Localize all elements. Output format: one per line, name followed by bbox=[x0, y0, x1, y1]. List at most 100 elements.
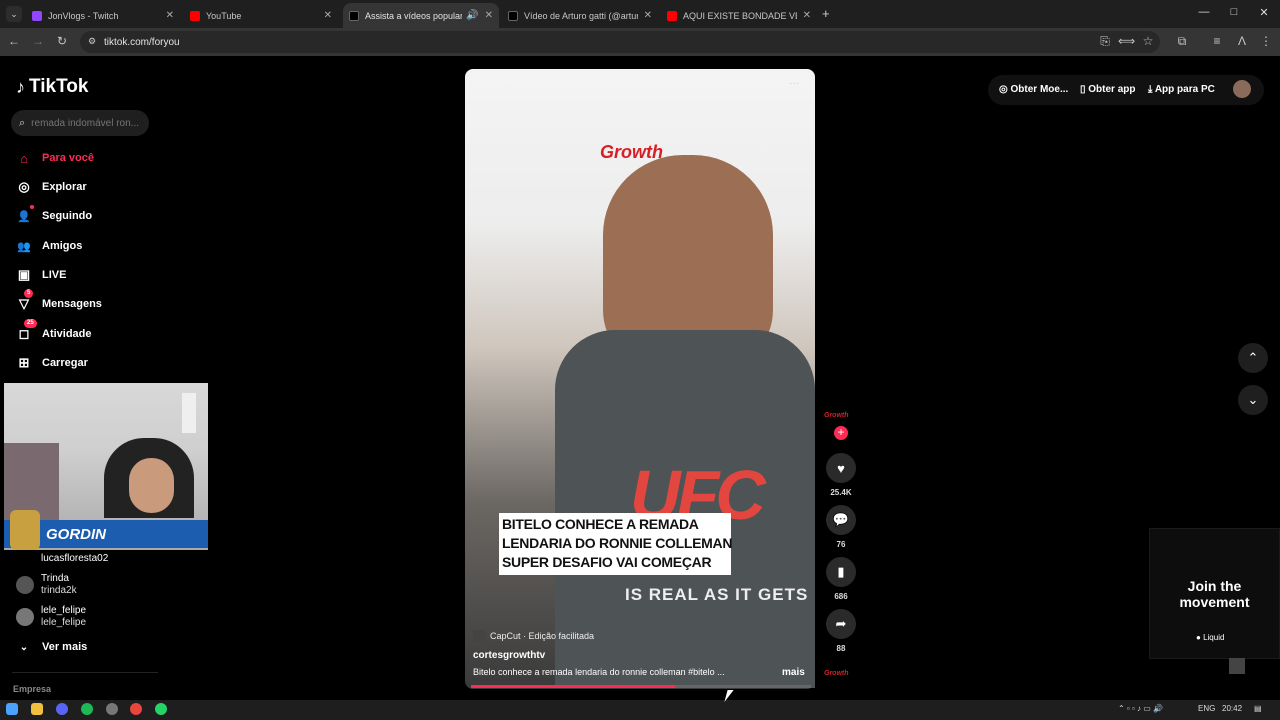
friends-icon: 👥 bbox=[17, 240, 31, 253]
sidebar-divider bbox=[12, 672, 158, 673]
back-icon[interactable]: ← bbox=[6, 34, 22, 48]
avatar bbox=[16, 576, 34, 594]
messages-icon: ▽ 5 bbox=[16, 289, 34, 312]
share-button[interactable]: ➦ bbox=[826, 609, 856, 639]
language-indicator[interactable]: ENG bbox=[1198, 704, 1215, 713]
tab-twitch[interactable]: JonVlogs - Twitch ✕ bbox=[26, 3, 180, 28]
menu-icon[interactable]: ⋮ bbox=[1258, 34, 1274, 48]
like-count: 25.4K bbox=[830, 488, 852, 497]
capcut-icon bbox=[473, 630, 485, 642]
nav-live[interactable]: ▣ LIVE bbox=[16, 265, 67, 285]
more-button[interactable]: mais bbox=[782, 667, 805, 678]
chevron-down-icon: ⌄ bbox=[19, 641, 29, 653]
nav-mensagens[interactable]: ▽ 5 Mensagens bbox=[16, 289, 102, 314]
extensions-icon[interactable]: ⧉ bbox=[1174, 34, 1190, 49]
search-icon[interactable]: ⌕ bbox=[19, 117, 25, 130]
following-account[interactable]: lucasfloresta02 bbox=[16, 553, 156, 575]
close-icon[interactable]: ✕ bbox=[166, 10, 174, 21]
tray-icons[interactable]: ⌃ ▫ ▫ ♪ ▭ 🔊 bbox=[1118, 704, 1163, 713]
shirt-text: IS REAL AS IT GETS bbox=[625, 585, 809, 604]
search-input[interactable] bbox=[31, 117, 142, 129]
share-icon: ➦ bbox=[835, 616, 847, 631]
video-caption-overlay: BITELO CONHECE A REMADA LENDARIA DO RONN… bbox=[499, 513, 732, 575]
maximize-button[interactable]: □ bbox=[1224, 6, 1244, 18]
youtube-icon bbox=[190, 10, 200, 21]
follow-button[interactable]: + bbox=[834, 426, 848, 440]
video-more-icon[interactable]: ··· bbox=[789, 78, 799, 89]
following-account[interactable]: lele_felipe lele_felipe bbox=[16, 605, 156, 631]
comment-button[interactable]: 💬 bbox=[826, 505, 856, 535]
windows-taskbar bbox=[0, 700, 1280, 720]
tiktok-logo[interactable]: ♪ TikTok bbox=[16, 76, 88, 98]
chrome-icon[interactable] bbox=[130, 703, 142, 715]
nav-seguindo[interactable]: 👤 Seguindo bbox=[16, 205, 92, 226]
ad-title: Join the movement bbox=[1179, 578, 1250, 610]
discord-icon[interactable] bbox=[56, 703, 68, 715]
nav-para-voce[interactable]: ⌂ Para você bbox=[16, 148, 94, 168]
whatsapp-icon[interactable] bbox=[155, 703, 167, 715]
get-app-button[interactable]: ▯ Obter app bbox=[1080, 84, 1136, 95]
stream-avatar-badge bbox=[10, 510, 40, 550]
address-bar[interactable]: ⚙ tiktok.com/foryou bbox=[80, 31, 1160, 53]
minimize-button[interactable]: — bbox=[1194, 6, 1214, 18]
tab-youtube[interactable]: YouTube ✕ bbox=[184, 3, 338, 28]
tiktok-note-icon: ♪ bbox=[16, 76, 25, 97]
nav-atividade[interactable]: ◻ 25 Atividade bbox=[16, 319, 92, 344]
stream-overlay-name: GORDIN bbox=[46, 526, 106, 543]
avatar bbox=[16, 608, 34, 626]
reload-icon[interactable]: ↻ bbox=[54, 34, 70, 48]
translate-icon[interactable]: ⟺ bbox=[1118, 34, 1135, 48]
install-app-icon[interactable]: ⎘ bbox=[1097, 34, 1113, 49]
site-info-icon[interactable]: ⚙ bbox=[88, 36, 96, 47]
tab-search-button[interactable]: ⌄ bbox=[6, 6, 22, 22]
tab-tiktok-arturo[interactable]: Vídeo de Arturo gatti (@arturo_ ✕ bbox=[502, 3, 658, 28]
share-count: 88 bbox=[836, 644, 846, 653]
file-explorer-icon[interactable] bbox=[31, 703, 43, 715]
windows-start-icon[interactable] bbox=[6, 703, 18, 715]
clock[interactable]: 20:42 bbox=[1222, 704, 1242, 713]
comment-icon: 💬 bbox=[832, 512, 850, 527]
notification-dot bbox=[30, 205, 34, 209]
tab-youtube-bondade[interactable]: AQUI EXISTE BONDADE VERDA ✕ bbox=[661, 3, 817, 28]
activity-icon: ◻ 25 bbox=[16, 319, 37, 342]
forward-icon[interactable]: → bbox=[30, 34, 46, 48]
profile-avatar[interactable] bbox=[1233, 80, 1251, 98]
pc-app-button[interactable]: ⤓ App para PC bbox=[1148, 84, 1215, 95]
notifications-icon[interactable]: ▤ bbox=[1254, 704, 1262, 713]
profile-icon[interactable]: Λ bbox=[1234, 34, 1250, 48]
capcut-tag[interactable]: CapCut · Edição facilitada bbox=[473, 630, 594, 642]
close-icon[interactable]: ✕ bbox=[803, 10, 811, 21]
speaker-icon[interactable]: 🔊 bbox=[466, 10, 478, 21]
search-box[interactable]: ⌕ bbox=[11, 110, 149, 136]
previous-video-button[interactable]: ⌃ bbox=[1238, 343, 1268, 373]
bookmark-star-icon[interactable]: ☆ bbox=[1140, 34, 1156, 48]
home-icon: ⌂ bbox=[20, 150, 28, 166]
close-icon[interactable]: ✕ bbox=[324, 10, 332, 21]
author-avatar[interactable]: Growth bbox=[824, 412, 849, 419]
upload-icon: ⊞ bbox=[18, 355, 30, 370]
video-progress-bar[interactable] bbox=[471, 685, 811, 688]
music-disc[interactable]: Growth bbox=[824, 670, 849, 677]
nav-carregar[interactable]: ⊞ Carregar bbox=[16, 353, 88, 373]
tiktok-icon bbox=[508, 10, 518, 21]
spotify-icon[interactable] bbox=[81, 703, 93, 715]
nav-amigos[interactable]: 👥 Amigos bbox=[16, 236, 82, 256]
new-tab-button[interactable]: + bbox=[822, 6, 830, 21]
media-control-icon[interactable]: ≡ bbox=[1209, 34, 1225, 48]
like-button[interactable]: ♥ bbox=[826, 453, 856, 483]
footer-link-empresa[interactable]: Empresa bbox=[13, 684, 51, 694]
nav-explorar[interactable]: ◎ Explorar bbox=[16, 177, 86, 197]
next-video-button[interactable]: ⌄ bbox=[1238, 385, 1268, 415]
download-icon: ⤓ bbox=[1148, 84, 1155, 95]
get-coins-button[interactable]: ◎ Obter Moe... bbox=[999, 84, 1068, 95]
close-icon[interactable]: ✕ bbox=[644, 10, 652, 21]
tab-tiktok-foryou[interactable]: Assista a vídeos populares 🔊 ✕ bbox=[343, 3, 499, 28]
close-window-button[interactable]: ✕ bbox=[1254, 6, 1274, 19]
webcam-person-head bbox=[129, 458, 174, 513]
settings-icon[interactable] bbox=[106, 703, 118, 715]
save-button[interactable]: ▮ bbox=[826, 557, 856, 587]
video-author[interactable]: cortesgrowthtv bbox=[473, 650, 545, 661]
close-icon[interactable]: ✕ bbox=[485, 10, 493, 21]
following-account[interactable]: Trinda trinda2k bbox=[16, 573, 156, 599]
see-more-button[interactable]: ⌄ Ver mais bbox=[16, 637, 87, 657]
